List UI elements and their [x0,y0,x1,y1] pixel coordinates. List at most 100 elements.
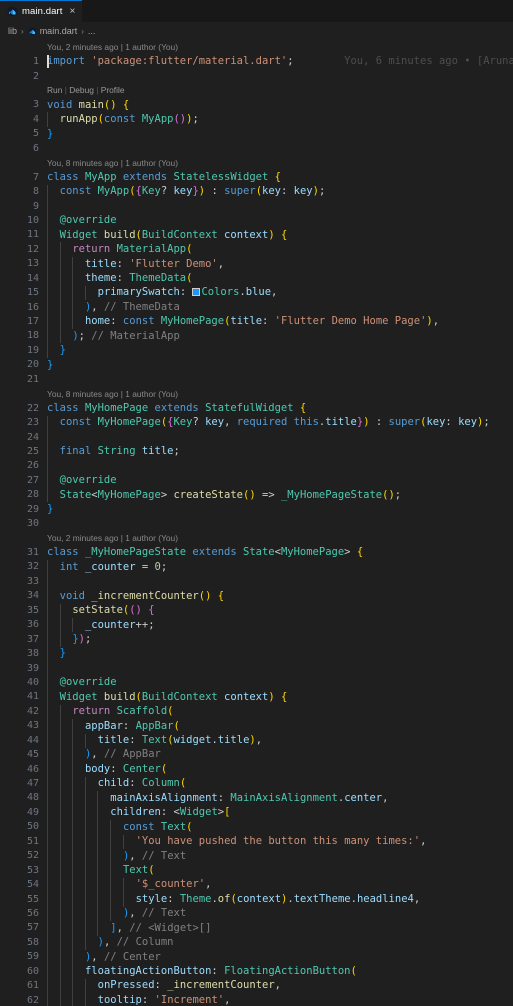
code-line[interactable]: 10 @override [0,213,513,227]
code-line[interactable]: 31 class _MyHomePageState extends State<M… [0,545,513,559]
code-line[interactable]: 1 import 'package:flutter/material.dart';… [0,54,513,68]
line-number: 58 [26,936,39,948]
code-line[interactable]: 18 ); // MaterialApp [0,329,513,343]
code-line[interactable]: 27 @override [0,473,513,487]
codelens-profile[interactable]: Profile [101,85,125,95]
line-number: 8 [32,186,39,198]
code-line[interactable]: 5} [0,127,513,141]
code-line[interactable]: 13 title: 'Flutter Demo', [0,257,513,271]
code-line[interactable]: 26 [0,459,513,473]
code-line[interactable]: 9 [0,199,513,213]
code-line[interactable]: 28 State<MyHomePage> createState() => _M… [0,488,513,502]
code-line[interactable]: 52 ), // Text [0,849,513,863]
blame-annotation[interactable]: You, 8 minutes ago | 1 author (You) [47,156,513,170]
code-line[interactable]: 48 mainAxisAlignment: MainAxisAlignment.… [0,791,513,805]
code-line[interactable]: 41 Widget build(BuildContext context) { [0,690,513,704]
breadcrumb: lib › main.dart › ... [0,22,513,40]
code-text: return Scaffold( [72,705,174,718]
code-line[interactable]: 23 const MyHomePage({Key? key, required … [0,415,513,429]
code-line[interactable]: 21 [0,372,513,386]
dart-file-icon [28,26,37,36]
code-text: } [47,358,54,371]
line-number: 54 [26,879,39,891]
code-line[interactable]: 16 ), // ThemeData [0,300,513,314]
vscode-editor-window: main.dart × lib › main.dart › ... You, 2… [0,0,513,1006]
code-line[interactable]: 42 return Scaffold( [0,704,513,718]
code-line[interactable]: 61 onPressed: _incrementCounter, [0,978,513,992]
color-swatch[interactable] [192,288,201,297]
code-line[interactable]: 29} [0,502,513,516]
code-text: void main() { [47,98,130,111]
code-line[interactable]: 17 home: const MyHomePage(title: 'Flutte… [0,314,513,328]
code-line[interactable]: 19 } [0,343,513,357]
code-line[interactable]: 32 int _counter = 0; [0,560,513,574]
line-number: 43 [26,720,39,732]
tab-main-dart[interactable]: main.dart × [0,0,83,22]
blame-annotation[interactable]: You, 2 minutes ago | 1 author (You) [47,40,513,54]
code-line[interactable]: 3 void main() { [0,98,513,112]
code-line[interactable]: 54 '$_counter', [0,877,513,891]
code-text: @override [59,676,117,689]
code-line[interactable]: 51 'You have pushed the button this many… [0,834,513,848]
code-text: _counter++; [84,618,155,631]
code-line[interactable]: 56 ), // Text [0,906,513,920]
code-line[interactable]: 57 ], // <Widget>[] [0,921,513,935]
code-line[interactable]: 46 body: Center( [0,762,513,776]
codelens-actions[interactable]: Run | Debug | Profile [47,83,513,97]
code-line[interactable]: 2 [0,69,513,83]
code-text: 'You have pushed the button this many ti… [135,835,427,848]
blame-annotation[interactable]: You, 2 minutes ago | 1 author (You) [47,531,513,545]
code-line[interactable]: 60 floatingActionButton: FloatingActionB… [0,964,513,978]
code-text: } [59,344,66,357]
code-editor[interactable]: You, 2 minutes ago | 1 author (You) 1 impo… [0,40,513,1006]
code-line[interactable]: 59 ), // Center [0,950,513,964]
code-line[interactable]: 55 style: Theme.of(context).textTheme.he… [0,892,513,906]
code-line[interactable]: 4 runApp(const MyApp()); [0,112,513,126]
code-line[interactable]: 38 } [0,646,513,660]
codelens-debug[interactable]: Debug [69,85,94,95]
code-line[interactable]: 50 const Text( [0,820,513,834]
line-number: 30 [26,518,39,530]
code-line[interactable]: 40 @override [0,675,513,689]
line-number: 59 [26,951,39,963]
line-number: 33 [26,575,39,587]
code-line[interactable]: 35 setState(() { [0,603,513,617]
code-line[interactable]: 58 ), // Column [0,935,513,949]
code-line[interactable]: 8 const MyApp({Key? key}) : super(key: k… [0,184,513,198]
code-line[interactable]: 22 class MyHomePage extends StatefulWidge… [0,401,513,415]
blame-annotation[interactable]: You, 8 minutes ago | 1 author (You) [47,387,513,401]
line-number: 1 [32,56,39,68]
close-icon[interactable]: × [70,6,76,17]
code-line[interactable]: 15 primarySwatch: Colors.blue, [0,285,513,299]
code-line[interactable]: 53 Text( [0,863,513,877]
code-line[interactable]: 33 [0,574,513,588]
code-line[interactable]: 20} [0,358,513,372]
code-line[interactable]: 12 return MaterialApp( [0,242,513,256]
code-line[interactable]: 47 child: Column( [0,776,513,790]
code-line[interactable]: 25 final String title; [0,444,513,458]
line-number: 41 [26,691,39,703]
code-line[interactable]: 6 [0,141,513,155]
code-line[interactable]: 11 Widget build(BuildContext context) { [0,228,513,242]
code-line[interactable]: 44 title: Text(widget.title), [0,733,513,747]
code-line[interactable]: 49 children: <Widget>[ [0,805,513,819]
breadcrumb-item-lib[interactable]: lib [8,26,17,36]
breadcrumb-item-file[interactable]: main.dart [40,26,78,36]
codelens-run[interactable]: Run [47,85,62,95]
code-line[interactable]: 37 }); [0,632,513,646]
code-line[interactable]: 30 [0,516,513,530]
code-line[interactable]: 45 ), // AppBar [0,747,513,761]
code-line[interactable]: 24 [0,430,513,444]
code-text: State<MyHomePage> createState() => _MyHo… [59,488,402,501]
code-line[interactable]: 62 tooltip: 'Increment', [0,993,513,1006]
code-text: class MyApp extends StatelessWidget { [47,170,281,183]
code-line[interactable]: 43 appBar: AppBar( [0,719,513,733]
line-number: 53 [26,864,39,876]
code-line[interactable]: 14 theme: ThemeData( [0,271,513,285]
code-line[interactable]: 39 [0,661,513,675]
code-line[interactable]: 7 class MyApp extends StatelessWidget { [0,170,513,184]
code-line[interactable]: 34 void _incrementCounter() { [0,589,513,603]
breadcrumb-item-symbol[interactable]: ... [88,26,96,36]
code-line[interactable]: 36 _counter++; [0,618,513,632]
code-text: '$_counter', [135,878,212,891]
